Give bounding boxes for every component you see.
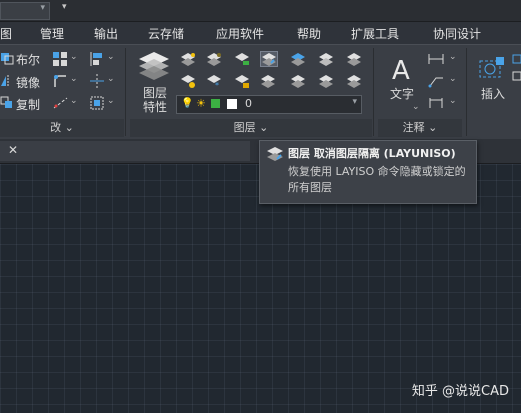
watermark: 知乎 @说说CAD	[411, 384, 509, 399]
menu-item-help[interactable]: 帮助	[297, 25, 321, 42]
chevron-down-icon[interactable]: ⌄	[107, 74, 115, 84]
quick-access-toolbar	[0, 0, 521, 22]
insert-button[interactable]: 插入	[476, 87, 510, 101]
menu-item-cloud[interactable]: 云存储	[148, 25, 184, 42]
fillet-icon[interactable]	[53, 74, 67, 88]
layer-current-icon[interactable]	[290, 74, 306, 88]
insert-block-icon	[479, 57, 504, 78]
current-layer-name: 0	[245, 97, 252, 110]
layer-isolate-icon[interactable]	[234, 52, 250, 66]
menu-item-view[interactable]: 图	[0, 25, 12, 42]
panel-separator	[125, 48, 126, 136]
quick-access-menu-caret[interactable]: ▾	[62, 2, 67, 12]
layer-properties-button[interactable]: 图层 特性	[135, 86, 175, 114]
layer-off-icon[interactable]	[206, 52, 222, 66]
annotate-panel-title[interactable]: 注释 ⌄	[378, 119, 462, 137]
lock-icon[interactable]	[211, 99, 220, 108]
mirror-icon	[1, 75, 9, 87]
document-tab[interactable]	[0, 141, 250, 161]
tooltip-description: 恢复使用 LAYISO 命令隐藏或锁定的所有图层	[288, 165, 466, 194]
layer-thaw-icon[interactable]	[180, 74, 196, 88]
leader-icon[interactable]	[428, 74, 444, 88]
layer-on-icon[interactable]	[180, 52, 196, 66]
layer-dropdown[interactable]: 💡 ☀ 0 ▾	[176, 95, 362, 114]
layer-unlock-icon[interactable]	[260, 74, 276, 88]
insert-more-icon[interactable]	[512, 54, 521, 84]
table-icon[interactable]	[428, 96, 444, 110]
menu-item-collaborate[interactable]: 协同设计	[433, 25, 481, 42]
chevron-down-icon[interactable]: ⌄	[449, 74, 457, 84]
chevron-down-icon[interactable]: ⌄	[449, 52, 457, 62]
chevron-down-icon[interactable]: ⌄	[107, 96, 115, 106]
panel-separator	[466, 48, 467, 136]
text-button[interactable]: 文字	[386, 87, 418, 101]
layer-properties-icon	[139, 52, 169, 80]
close-icon[interactable]: ✕	[8, 143, 18, 157]
svg-text:A: A	[392, 56, 410, 83]
workspace-dropdown[interactable]: ▾	[0, 2, 50, 20]
text-icon: A	[392, 56, 410, 83]
menu-item-manage[interactable]: 管理	[40, 25, 64, 42]
layer-panel-title[interactable]: 图层 ⌄	[130, 119, 372, 137]
layer-match-icon[interactable]	[318, 74, 334, 88]
layer-unisolate-icon[interactable]	[260, 51, 278, 67]
copy-icon	[0, 96, 12, 108]
chevron-down-icon: ▾	[352, 97, 357, 107]
layer-previous-icon[interactable]	[346, 74, 362, 88]
layer-merge-icon[interactable]	[318, 52, 334, 66]
layer-unisolate-icon	[267, 147, 283, 161]
lightbulb-icon[interactable]: 💡	[181, 98, 193, 109]
layer-freeze-sun-icon[interactable]: *	[206, 74, 222, 88]
explode-icon[interactable]	[53, 96, 69, 110]
dimension-icon[interactable]	[428, 52, 444, 66]
tooltip-title: 图层 取消图层隔离 (LAYUNISO)	[288, 147, 456, 160]
mirror-button[interactable]: 镜像	[16, 74, 40, 91]
layer-color-swatch	[227, 99, 237, 109]
chevron-down-icon[interactable]: ⌄	[449, 96, 457, 106]
chevron-down-icon: ▾	[40, 3, 45, 13]
move-icon[interactable]	[90, 74, 104, 88]
boolean-icon	[1, 53, 14, 65]
chevron-down-icon[interactable]: ⌄	[70, 74, 78, 84]
sun-icon[interactable]: ☀	[196, 97, 206, 110]
scale-icon[interactable]	[90, 96, 104, 110]
modify-panel-title[interactable]: 改 ⌄	[0, 119, 124, 137]
chevron-down-icon[interactable]: ⌄	[70, 52, 78, 62]
menu-bar: 图 管理 输出 云存储 应用软件 帮助 扩展工具 协同设计	[0, 22, 521, 44]
copy-button[interactable]: 复制	[16, 96, 40, 113]
menu-item-output[interactable]: 输出	[94, 25, 118, 42]
chevron-down-icon[interactable]: ⌄	[412, 102, 420, 112]
align-icon[interactable]	[90, 52, 104, 66]
chevron-down-icon[interactable]: ⌄	[70, 96, 78, 106]
layer-freeze-icon[interactable]	[290, 52, 306, 66]
panel-separator	[373, 48, 374, 136]
layer-walk-icon[interactable]	[346, 52, 362, 66]
array-icon[interactable]	[53, 52, 67, 66]
boolean-button[interactable]: 布尔	[16, 51, 40, 68]
menu-item-apps[interactable]: 应用软件	[216, 25, 264, 42]
tooltip: 图层 取消图层隔离 (LAYUNISO) 恢复使用 LAYISO 命令隐藏或锁定…	[259, 140, 477, 204]
menu-item-extend-tools[interactable]: 扩展工具	[351, 25, 399, 42]
chevron-down-icon[interactable]: ⌄	[107, 52, 115, 62]
layer-lock-icon[interactable]	[234, 74, 250, 88]
svg-text:*: *	[215, 81, 219, 88]
